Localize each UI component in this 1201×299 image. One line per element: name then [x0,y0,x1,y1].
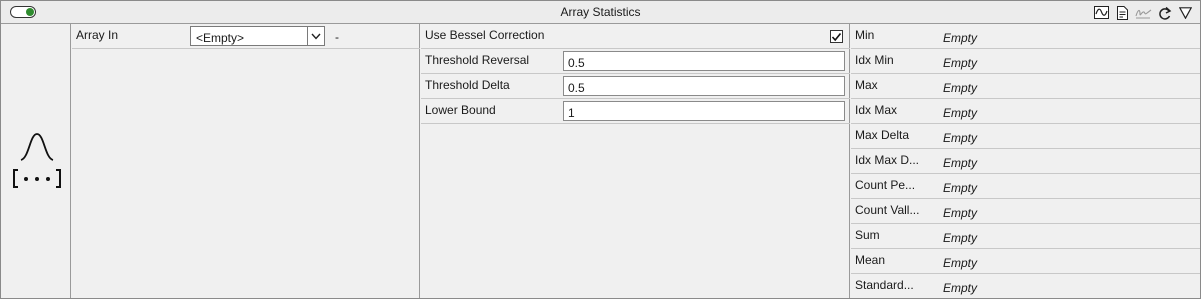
array-statistics-window: Array Statistics Array In <Empty> - Use … [0,0,1201,299]
output-row-idx-max-delta: Idx Max D... Empty [851,149,1200,174]
outputs-panel: Min Empty Idx Min Empty Max Empty Idx Max Em… [851,24,1200,298]
output-label: Sum [855,228,880,242]
node-content: Array In <Empty> - Use Bessel Correction… [1,24,1200,298]
node-icon-panel [1,24,71,298]
output-label: Count Pe... [855,178,916,192]
output-label: Count Vall... [855,203,920,217]
array-in-select[interactable]: <Empty> [190,26,325,46]
output-label: Max Delta [855,128,910,142]
threshold-reversal-value: 0.5 [568,56,585,70]
output-row-count-peaks: Count Pe... Empty [851,174,1200,199]
lower-bound-field[interactable]: 1 [563,101,845,121]
output-label: Idx Max [855,103,898,117]
output-label: Min [855,28,875,42]
array-in-row: Array In <Empty> - [72,24,420,49]
output-value: Empty [943,181,978,195]
bessel-correction-label: Use Bessel Correction [425,28,545,42]
lower-bound-row: Lower Bound 1 [421,99,850,124]
output-value: Empty [943,81,978,95]
output-label: Mean [855,253,886,267]
output-row-idx-min: Idx Min Empty [851,49,1200,74]
output-row-max-delta: Max Delta Empty [851,124,1200,149]
output-row-max: Max Empty [851,74,1200,99]
output-value: Empty [943,156,978,170]
output-label: Idx Max D... [855,153,920,167]
threshold-delta-label: Threshold Delta [425,78,510,92]
threshold-reversal-label: Threshold Reversal [425,53,530,67]
output-value: Empty [943,31,978,45]
array-in-suffix: - [335,30,339,44]
output-value: Empty [943,56,978,70]
output-row-sum: Sum Empty [851,224,1200,249]
document-icon[interactable] [1114,4,1131,21]
output-label: Idx Min [855,53,894,67]
array-statistics-node-icon [11,132,63,193]
output-label: Standard... [855,278,914,292]
toolbar-icons [1093,4,1194,21]
output-label: Max [855,78,878,92]
signature-icon[interactable] [1135,4,1152,21]
window-title: Array Statistics [560,5,641,19]
bessel-correction-row: Use Bessel Correction [421,24,850,49]
parameters-panel: Use Bessel Correction Threshold Reversal… [421,24,850,298]
output-row-min: Min Empty [851,24,1200,49]
title-bar: Array Statistics [1,1,1200,24]
bessel-correction-checkbox[interactable] [830,30,843,43]
redo-icon[interactable] [1156,4,1173,21]
threshold-delta-field[interactable]: 0.5 [563,76,845,96]
threshold-reversal-field[interactable]: 0.5 [563,51,845,71]
chevron-down-icon[interactable] [307,27,324,45]
output-row-standard-deviation: Standard... Empty [851,274,1200,299]
output-value: Empty [943,231,978,245]
threshold-delta-value: 0.5 [568,81,585,95]
array-in-selected-value: <Empty> [196,31,245,45]
threshold-reversal-row: Threshold Reversal 0.5 [421,49,850,74]
lower-bound-value: 1 [568,106,575,120]
filter-icon[interactable] [1177,4,1194,21]
output-value: Empty [943,206,978,220]
lower-bound-label: Lower Bound [425,103,496,117]
output-row-idx-max: Idx Max Empty [851,99,1200,124]
output-value: Empty [943,106,978,120]
input-panel: Array In <Empty> - [72,24,420,298]
output-value: Empty [943,131,978,145]
output-row-mean: Mean Empty [851,249,1200,274]
output-value: Empty [943,281,978,295]
threshold-delta-row: Threshold Delta 0.5 [421,74,850,99]
output-value: Empty [943,256,978,270]
array-in-label: Array In [76,28,119,42]
output-row-count-valleys: Count Vall... Empty [851,199,1200,224]
chart-icon[interactable] [1093,4,1110,21]
